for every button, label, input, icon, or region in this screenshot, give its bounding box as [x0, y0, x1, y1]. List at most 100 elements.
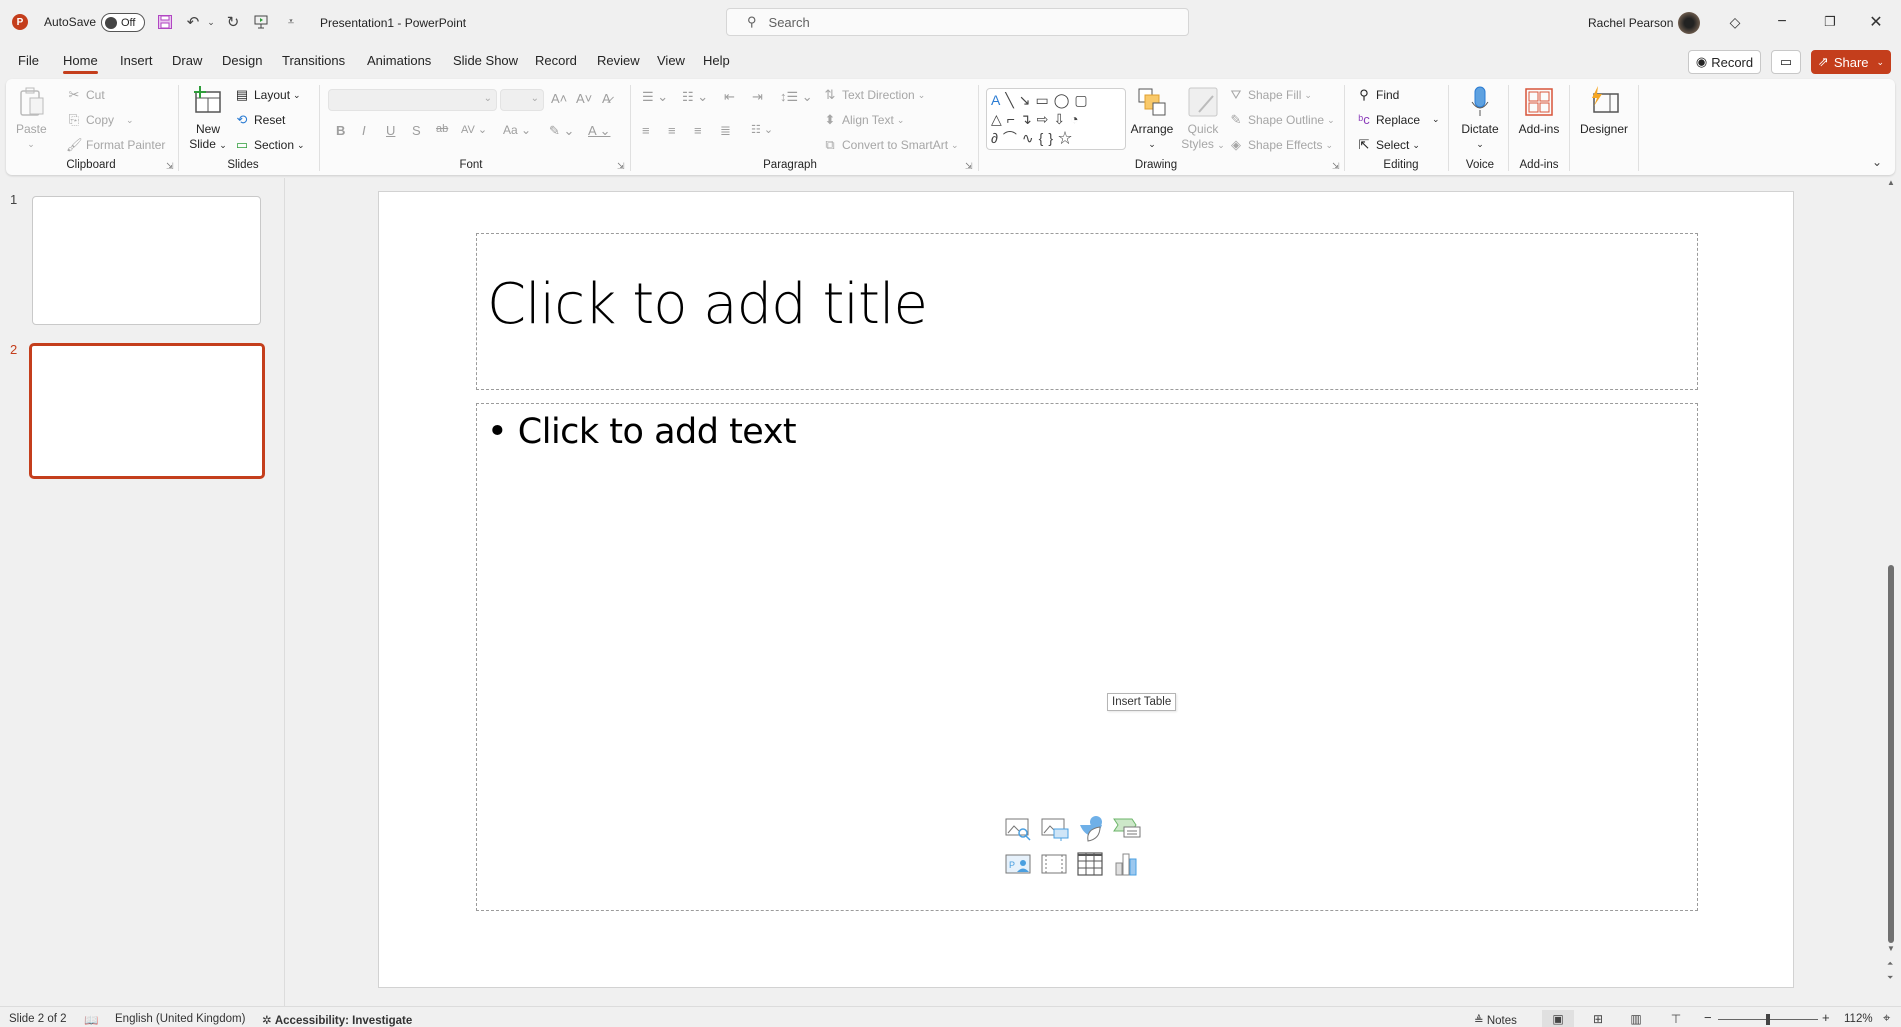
spelling-check-icon[interactable]: 📖	[84, 1013, 98, 1027]
tab-view[interactable]: View	[657, 50, 685, 71]
tab-draw[interactable]: Draw	[172, 50, 202, 71]
font-name-combobox[interactable]: ⌄	[328, 89, 497, 111]
text-direction-button[interactable]: ⇅ Text Direction ⌄	[822, 87, 926, 103]
clipboard-launcher-icon[interactable]: ⇲	[166, 161, 174, 172]
smartart-icon[interactable]	[1112, 815, 1142, 843]
fit-to-window-icon[interactable]: ⌖	[1883, 1010, 1890, 1026]
paste-button[interactable]: Paste ⌄	[16, 86, 47, 152]
shape-fill-button[interactable]: ⛛ Shape Fill ⌄	[1228, 87, 1312, 103]
tab-design[interactable]: Design	[222, 50, 262, 71]
tab-home[interactable]: Home	[63, 50, 98, 74]
customize-qat-icon[interactable]: ⩡	[282, 13, 300, 31]
pane-divider[interactable]	[284, 178, 285, 1006]
previous-slide-icon[interactable]: ⏶	[1887, 960, 1893, 968]
next-slide-icon[interactable]: ⏷	[1887, 974, 1893, 982]
select-button[interactable]: ⇱ Select ⌄	[1356, 137, 1420, 153]
zoom-slider[interactable]	[1718, 1014, 1818, 1025]
record-button[interactable]: ◉ Record	[1688, 50, 1761, 74]
shape-outline-button[interactable]: ✎ Shape Outline ⌄	[1228, 112, 1335, 128]
replace-button[interactable]: ᵇc Replace ⌄	[1356, 112, 1439, 127]
quick-styles-button[interactable]: Quick Styles ⌄	[1181, 86, 1225, 153]
align-left-icon[interactable]: ≡	[642, 123, 650, 138]
tab-record[interactable]: Record	[535, 50, 577, 71]
align-right-icon[interactable]: ≡	[694, 123, 702, 138]
decrease-font-size-icon[interactable]: A˅	[576, 91, 592, 106]
copy-button[interactable]: ⎘ Copy ⌄	[66, 112, 134, 128]
drawing-launcher-icon[interactable]: ⇲	[1332, 161, 1340, 172]
shape-effects-button[interactable]: ◈ Shape Effects ⌄	[1228, 137, 1333, 153]
reading-view-button[interactable]: ▥	[1620, 1010, 1652, 1027]
text-shadow-icon[interactable]: S	[412, 123, 421, 138]
start-from-beginning-icon[interactable]	[252, 13, 270, 31]
numbering-icon[interactable]: ☷ ⌄	[682, 89, 708, 105]
stock-images-icon[interactable]	[1004, 815, 1034, 843]
dictate-button[interactable]: Dictate ⌄	[1458, 86, 1502, 152]
convert-smartart-button[interactable]: ⧉ Convert to SmartArt ⌄	[822, 137, 958, 153]
undo-icon[interactable]: ↶	[184, 13, 202, 31]
columns-icon[interactable]: ☷ ⌄	[751, 123, 773, 136]
premium-diamond-icon[interactable]: ◇	[1723, 10, 1747, 34]
title-placeholder[interactable]: Click to add title	[476, 233, 1698, 390]
tab-file[interactable]: File	[18, 50, 39, 71]
comments-button[interactable]: ▭	[1771, 50, 1801, 74]
find-button[interactable]: ⚲ Find	[1356, 87, 1399, 103]
insert-table-icon[interactable]	[1076, 851, 1106, 879]
scroll-down-arrow-icon[interactable]: ▼	[1887, 944, 1895, 953]
align-text-button[interactable]: ⬍ Align Text ⌄	[822, 112, 905, 128]
cut-button[interactable]: ✂ Cut	[66, 87, 105, 103]
icons-insert-icon[interactable]	[1076, 815, 1106, 843]
tab-slide-show[interactable]: Slide Show	[453, 50, 518, 71]
font-size-combobox[interactable]: ⌄	[500, 89, 544, 111]
line-spacing-icon[interactable]: ↕☰ ⌄	[780, 89, 813, 105]
minimize-button[interactable]: −	[1770, 10, 1794, 34]
search-input[interactable]: ⚲ Search	[726, 8, 1189, 36]
align-center-icon[interactable]: ≡	[668, 123, 676, 138]
strikethrough-icon[interactable]: ab	[436, 123, 448, 135]
add-ins-button[interactable]: Add-ins	[1514, 86, 1564, 137]
save-icon[interactable]	[156, 13, 174, 31]
chart-icon[interactable]	[1112, 851, 1142, 879]
autosave-toggle[interactable]: Off	[101, 13, 145, 32]
increase-font-size-icon[interactable]: A˄	[551, 91, 567, 106]
reset-button[interactable]: ⟲ Reset	[234, 112, 286, 128]
arrange-button[interactable]: Arrange ⌄	[1128, 86, 1176, 152]
cameo-icon[interactable]: P	[1004, 851, 1034, 879]
zoom-out-button[interactable]: −	[1704, 1010, 1712, 1025]
scroll-up-arrow-icon[interactable]: ▲	[1887, 178, 1895, 187]
character-spacing-icon[interactable]: AV ⌄	[461, 123, 487, 136]
change-case-icon[interactable]: Aa ⌄	[503, 123, 531, 137]
collapse-ribbon-icon[interactable]: ⌄	[1872, 155, 1882, 169]
slide-show-view-button[interactable]: ⊤	[1660, 1010, 1692, 1027]
vertical-scrollbar[interactable]: ▲ ▼ ⏶ ⏷	[1885, 178, 1899, 986]
user-name[interactable]: Rachel Pearson	[1588, 16, 1673, 30]
shapes-gallery[interactable]: A╲↘▭◯▢ △⌐↴⇨⇩◔ ∂⌒∿{}☆	[986, 88, 1126, 150]
slide-thumbnail[interactable]	[32, 196, 261, 325]
highlight-color-icon[interactable]: ✎ ⌄	[549, 123, 574, 139]
content-placeholder[interactable]: • Click to add text P	[476, 403, 1698, 911]
tab-review[interactable]: Review	[597, 50, 640, 71]
clear-formatting-icon[interactable]: A̷	[602, 91, 611, 106]
section-button[interactable]: ▭ Section ⌄	[234, 137, 305, 153]
paragraph-launcher-icon[interactable]: ⇲	[965, 161, 973, 172]
zoom-in-button[interactable]: +	[1822, 1010, 1830, 1025]
font-launcher-icon[interactable]: ⇲	[617, 161, 625, 172]
italic-icon[interactable]: I	[362, 123, 366, 138]
scrollbar-thumb[interactable]	[1888, 565, 1894, 943]
video-icon[interactable]	[1040, 851, 1070, 879]
redo-icon[interactable]: ↻	[224, 13, 242, 31]
language-status[interactable]: English (United Kingdom)	[115, 1013, 245, 1025]
zoom-slider-thumb[interactable]	[1766, 1014, 1770, 1025]
undo-dropdown-icon[interactable]: ⌄	[202, 13, 220, 31]
close-button[interactable]: ✕	[1864, 10, 1888, 34]
restore-button[interactable]: ❐	[1818, 10, 1842, 34]
increase-indent-icon[interactable]: ⇥	[752, 89, 763, 105]
bold-icon[interactable]: B	[336, 123, 345, 138]
notes-button[interactable]: ≜ Notes	[1474, 1013, 1517, 1027]
tab-help[interactable]: Help	[703, 50, 730, 71]
justify-icon[interactable]: ≣	[720, 123, 731, 139]
slide-canvas[interactable]: Click to add title • Click to add text P	[378, 191, 1794, 988]
new-slide-button[interactable]: New Slide ⌄	[188, 86, 228, 153]
font-color-icon[interactable]: A ⌄	[588, 123, 610, 139]
tab-animations[interactable]: Animations	[367, 50, 431, 71]
share-button[interactable]: ⇗ Share ⌄	[1811, 50, 1891, 74]
